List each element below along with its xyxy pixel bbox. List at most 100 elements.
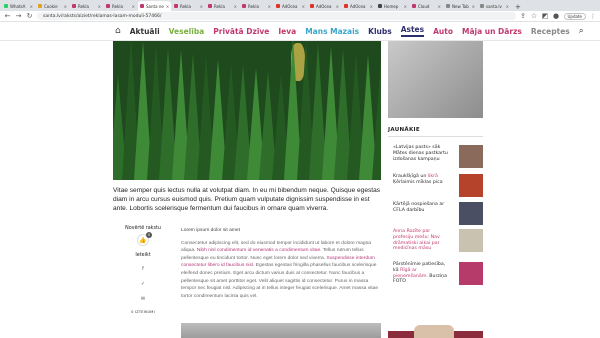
article-body: Lorem ipsum dolor sit amet Consectetur a… [181,227,381,300]
browser-tab[interactable]: Homep × [376,1,409,11]
latest-article-item[interactable]: Anna Rozīte par profesiju mešu: Nav drām… [393,229,483,252]
browser-tab[interactable]: Rekla × [70,1,103,11]
close-tab-icon[interactable]: × [302,4,305,9]
latest-article-title[interactable]: Pārstēnīmie patiesība, kā Rīgā ar pieņem… [393,262,449,285]
close-tab-icon[interactable]: × [268,4,271,9]
nav-item[interactable]: Ieva [278,27,296,36]
latest-article-item[interactable]: «Latvijas pasts» sāk Mātes dienas pastka… [393,145,483,168]
inline-link[interactable]: Nibh nisl condimentum id venenatis a con… [197,248,322,253]
spruce-tree [371,58,381,180]
browser-tab[interactable]: AdOcea × [342,1,375,11]
browser-tab[interactable]: santa.lv × [478,1,511,11]
tab-label: WhatsA [10,3,26,9]
address-bar[interactable]: santa.lv/raksts/aiziet/reklamas-lasam-mo… [37,12,516,20]
close-tab-icon[interactable]: × [200,4,203,9]
close-tab-icon[interactable]: × [404,4,407,9]
close-tab-icon[interactable]: × [472,4,475,9]
browser-tab[interactable]: Santa ne × [138,1,171,11]
bookmark-star-icon[interactable]: ☆ [531,12,538,20]
search-icon[interactable]: ⌕ [579,26,584,36]
like-count: 0 [146,232,152,238]
home-icon[interactable]: ⌂ [115,26,121,36]
browser-tab[interactable]: Cloud × [410,1,443,11]
browser-tab[interactable]: Rekla × [104,1,137,11]
nav-item[interactable]: Māja un Dārzs [462,27,522,36]
close-tab-icon[interactable]: × [336,4,339,9]
article-lead: Vitae semper quis lectus nulla at volutp… [113,187,381,213]
close-tab-icon[interactable]: × [370,4,373,9]
tab-label: AdOcea [316,3,332,9]
forward-icon[interactable]: → [15,12,22,20]
tab-favicon-icon [276,4,280,8]
tab-favicon-icon [4,4,8,8]
sidebar-bottom-ad-figure [414,325,454,338]
facebook-share-icon[interactable]: ✓ [139,280,147,288]
facebook-icon[interactable]: f [139,265,147,273]
nav-item[interactable]: Astes [400,25,425,37]
nav-item[interactable]: Receptes [531,27,570,36]
tab-label: Rekla [180,3,191,9]
nav-item[interactable]: Privātā Dzīve [213,27,269,36]
new-tab-icon[interactable]: + [512,3,524,11]
latest-article-thumbnail[interactable] [459,229,483,252]
body-text-run: Egestas egestas fringilla phasellus fauc… [181,263,379,299]
tab-label: Homep [384,3,399,9]
title-run: Kraukšķīgā un [393,174,428,179]
tab-label: Rekla [214,3,225,9]
browser-tab[interactable]: Rekla × [240,1,273,11]
nav-item[interactable]: Klubs [368,27,392,36]
latest-article-title[interactable]: «Latvijas pasts» sāk Mātes dienas pastka… [393,145,449,168]
close-tab-icon[interactable]: × [98,4,101,9]
close-tab-icon[interactable]: × [132,4,135,9]
close-tab-icon[interactable]: × [234,4,237,9]
browser-tab[interactable]: Cookie × [36,1,69,11]
thumbs-up-icon: 👍 [139,236,147,244]
nav-item[interactable]: Auto [433,27,453,36]
tab-label: Rekla [248,3,259,9]
browser-tab[interactable]: WhatsA × [2,1,35,11]
browser-toolbar: ← → ↻ santa.lv/raksts/aiziet/reklamas-la… [0,11,600,22]
close-tab-icon[interactable]: × [64,4,67,9]
latest-article-item[interactable]: Kraukšķīgā un likrā Ķērlaimis mīklas pic… [393,174,483,197]
browser-tab[interactable]: New Tab × [444,1,477,11]
latest-article-title[interactable]: Anna Rozīte par profesiju mešu: Nav drām… [393,229,449,252]
latest-article-thumbnail[interactable] [459,145,483,168]
browser-tab[interactable]: AdOcea × [274,1,307,11]
close-tab-icon[interactable]: × [166,4,169,9]
rate-article-title: Novērtē rakstu [125,226,161,231]
latest-article-thumbnail[interactable] [459,262,483,285]
title-run: Ķērlaimis mīklas pica [393,179,443,185]
close-tab-icon[interactable]: × [506,4,509,9]
latest-article-thumbnail[interactable] [459,174,483,197]
profile-icon[interactable]: ● [553,12,560,20]
latest-article-item[interactable]: Kārtējā nospiešana ar CFLA darbību [393,202,483,225]
share-icon[interactable]: ⇪ [520,12,527,20]
latest-article-thumbnail[interactable] [459,202,483,225]
back-icon[interactable]: ← [4,12,11,20]
close-tab-icon[interactable]: × [438,4,441,9]
nav-item[interactable]: Veselība [169,27,205,36]
browser-tab[interactable]: Rekla × [172,1,205,11]
comments-link[interactable]: 0 IZTEIKUMI [131,310,155,314]
menu-icon[interactable]: ⋮ [590,13,596,20]
tab-favicon-icon [72,4,76,8]
reload-icon[interactable]: ↻ [26,12,33,20]
extensions-icon[interactable]: ◩ [542,12,549,20]
close-tab-icon[interactable]: × [30,4,33,9]
browser-tab[interactable]: AdOcea × [308,1,341,11]
latest-article-item[interactable]: Pārstēnīmie patiesība, kā Rīgā ar pieņem… [393,262,483,285]
tab-favicon-icon [208,4,212,8]
mail-icon[interactable]: ✉ [139,295,147,303]
latest-article-title[interactable]: Kraukšķīgā un likrā Ķērlaimis mīklas pic… [393,174,449,197]
sidebar-ad[interactable] [388,41,483,118]
tab-favicon-icon [480,4,484,8]
nav-item[interactable]: Aktuāli [130,27,160,36]
update-button[interactable]: Update [563,12,586,20]
like-button[interactable]: 👍 0 [137,232,152,246]
tab-favicon-icon [38,4,42,8]
latest-article-title[interactable]: Kārtējā nospiešana ar CFLA darbību [393,202,449,225]
browser-tab[interactable]: Rekla × [206,1,239,11]
nav-item[interactable]: Mans Mazais [305,27,359,36]
tab-label: AdOcea [350,3,366,9]
tab-label: Rekla [78,3,89,9]
